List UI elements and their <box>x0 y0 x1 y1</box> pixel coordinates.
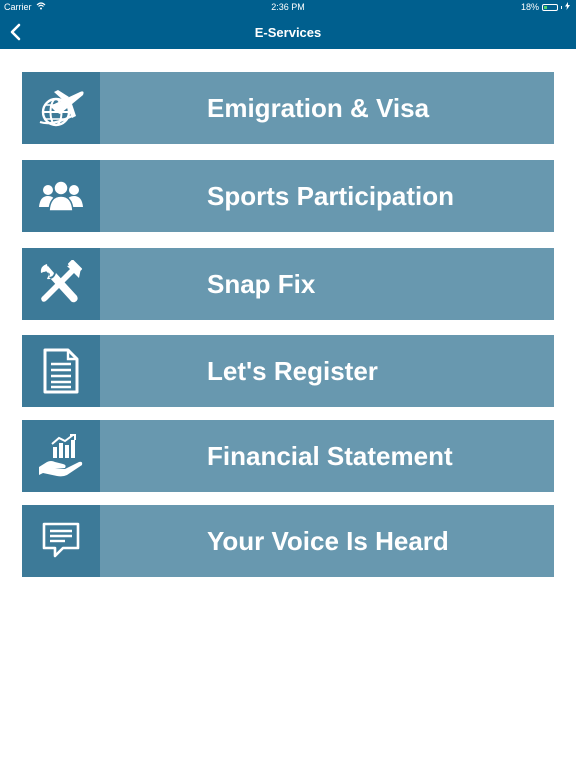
hand-chart-icon <box>39 434 83 477</box>
people-group-icon <box>39 180 83 212</box>
charging-icon <box>565 2 570 12</box>
menu-item-snap-fix[interactable]: Snap Fix <box>22 248 554 320</box>
battery-percent: 18% <box>520 2 539 12</box>
menu-item-lets-register[interactable]: Let's Register <box>22 335 554 407</box>
menu-item-sports-participation[interactable]: Sports Participation <box>22 160 554 232</box>
menu-item-icon-box <box>22 160 100 232</box>
menu-item-icon-box <box>22 335 100 407</box>
battery-tip <box>561 5 562 9</box>
document-icon <box>43 348 79 394</box>
chat-bubble-icon <box>42 522 80 558</box>
menu-item-icon-box <box>22 420 100 492</box>
status-right: 18% <box>521 2 570 12</box>
wrench-hammer-icon <box>40 260 83 303</box>
menu-item-label: Financial Statement <box>207 440 453 471</box>
status-time: 2:36 PM <box>271 2 305 12</box>
nav-bar: E-Services <box>0 16 576 49</box>
status-bar: Carrier 2:36 PM 18% <box>0 0 576 16</box>
menu-item-label: Let's Register <box>207 355 378 386</box>
menu-item-label: Snap Fix <box>207 268 316 299</box>
menu-item-label: Your Voice Is Heard <box>207 525 449 556</box>
menu-item-financial-statement[interactable]: Financial Statement <box>22 420 554 492</box>
menu-item-icon-box <box>22 248 100 320</box>
menu-item-your-voice-is-heard[interactable]: Your Voice Is Heard <box>22 505 554 577</box>
menu-item-icon-box <box>22 72 100 144</box>
plane-globe-icon <box>39 90 84 127</box>
menu-item-label: Sports Participation <box>207 180 455 211</box>
menu-item-label: Emigration & Visa <box>207 92 430 123</box>
menu-item-emigration-visa[interactable]: Emigration & Visa <box>22 72 554 144</box>
page-title: E-Services <box>254 25 322 40</box>
battery-icon <box>542 3 558 11</box>
menu-item-icon-box <box>22 505 100 577</box>
